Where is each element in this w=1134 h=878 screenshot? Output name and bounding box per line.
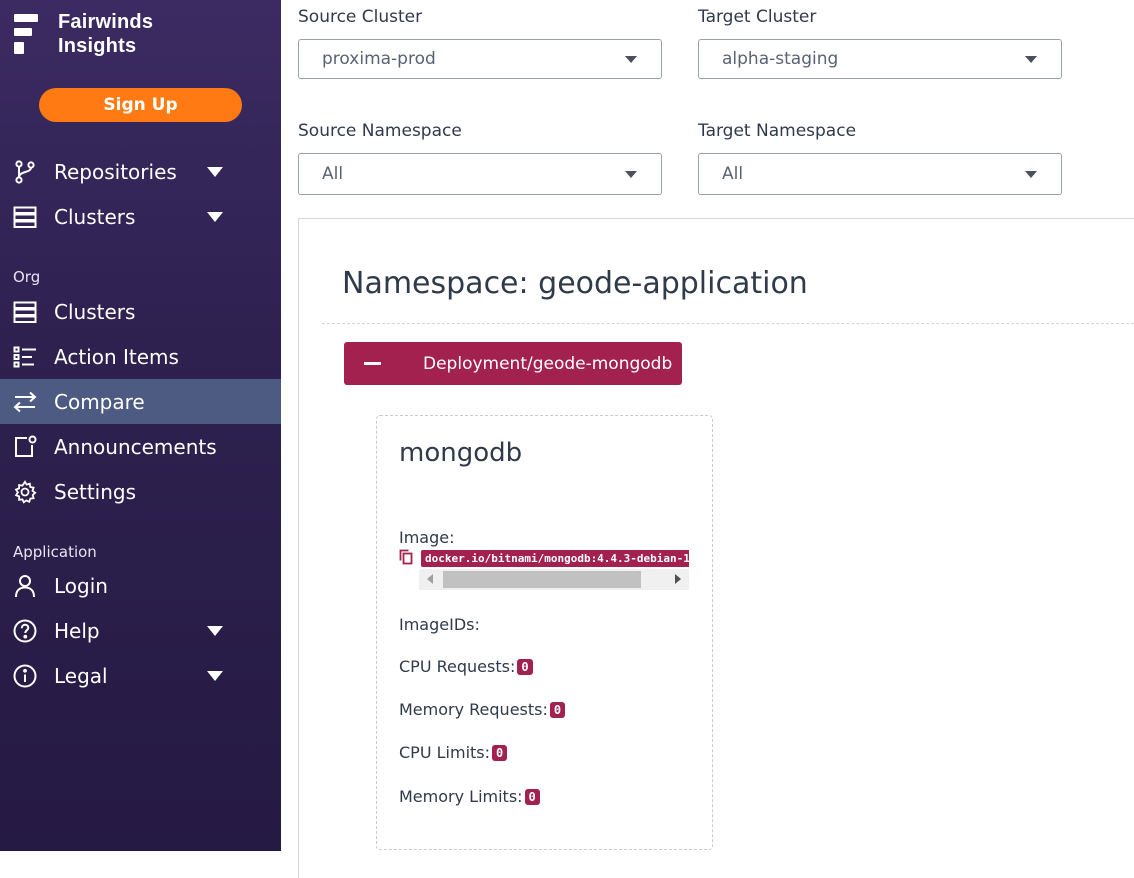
sidebar-item-label: Compare bbox=[54, 389, 145, 414]
sidebar-item-org-clusters[interactable]: Clusters bbox=[0, 289, 281, 334]
container-name: mongodb bbox=[399, 438, 523, 468]
sign-up-button[interactable]: Sign Up bbox=[39, 88, 242, 122]
sidebar-item-legal[interactable]: Legal bbox=[0, 653, 281, 698]
target-cluster-value: alpha-staging bbox=[722, 49, 839, 69]
server-stack-icon bbox=[12, 299, 38, 325]
brand-name: Fairwinds Insights bbox=[58, 10, 153, 58]
sidebar-item-announcements[interactable]: Announcements bbox=[0, 424, 281, 469]
cpu-limits-row: CPU Limits: 0 bbox=[399, 743, 508, 762]
cpu-limits-value: 0 bbox=[492, 744, 508, 761]
chevron-down-icon bbox=[625, 55, 637, 63]
cpu-requests-row: CPU Requests: 0 bbox=[399, 657, 533, 676]
memory-requests-label: Memory Requests: bbox=[399, 700, 548, 719]
divider bbox=[322, 323, 1134, 324]
section-label-application: Application bbox=[13, 543, 97, 561]
image-label: Image: bbox=[399, 528, 455, 547]
cpu-limits-label: CPU Limits: bbox=[399, 743, 491, 762]
gear-icon bbox=[12, 479, 38, 505]
target-namespace-select[interactable]: All bbox=[698, 153, 1062, 195]
source-cluster-label: Source Cluster bbox=[298, 7, 423, 27]
memory-requests-row: Memory Requests: 0 bbox=[399, 700, 566, 719]
sidebar-item-label: Clusters bbox=[54, 204, 136, 229]
sidebar-item-label: Login bbox=[54, 573, 108, 598]
minus-icon bbox=[364, 362, 381, 365]
sidebar: Fairwinds Insights Sign Up Repositories … bbox=[0, 0, 281, 851]
sidebar-item-settings[interactable]: Settings bbox=[0, 469, 281, 514]
user-icon bbox=[12, 573, 38, 599]
list-icon bbox=[12, 344, 38, 370]
info-circle-icon bbox=[12, 663, 38, 689]
cpu-requests-label: CPU Requests: bbox=[399, 657, 516, 676]
memory-limits-label: Memory Limits: bbox=[399, 787, 523, 806]
memory-limits-value: 0 bbox=[524, 788, 540, 805]
brand-line-2: Insights bbox=[58, 35, 137, 57]
image-ids-label: ImageIDs: bbox=[399, 615, 480, 634]
scrollbar-thumb[interactable] bbox=[443, 571, 641, 588]
cpu-requests-value: 0 bbox=[517, 658, 533, 675]
copy-icon[interactable] bbox=[399, 549, 415, 565]
chevron-down-icon bbox=[625, 170, 637, 178]
namespace-title: Namespace: geode-application bbox=[342, 266, 808, 301]
help-circle-icon bbox=[12, 618, 38, 644]
sidebar-item-action-items[interactable]: Action Items bbox=[0, 334, 281, 379]
chevron-down-icon bbox=[1025, 55, 1037, 63]
scroll-right-icon[interactable] bbox=[675, 574, 681, 584]
section-label-org: Org bbox=[13, 268, 41, 286]
sidebar-item-label: Announcements bbox=[54, 434, 217, 459]
memory-limits-row: Memory Limits: 0 bbox=[399, 787, 540, 806]
deployment-label: Deployment/geode-mongodb bbox=[423, 353, 673, 374]
sidebar-item-label: Repositories bbox=[54, 159, 177, 184]
source-cluster-value: proxima-prod bbox=[322, 49, 436, 69]
sidebar-item-label: Clusters bbox=[54, 299, 136, 324]
sidebar-item-label: Action Items bbox=[54, 344, 179, 369]
brand-line-1: Fairwinds bbox=[58, 11, 154, 33]
memory-requests-value: 0 bbox=[549, 701, 566, 718]
source-namespace-label: Source Namespace bbox=[298, 121, 462, 141]
sidebar-item-label: Legal bbox=[54, 663, 108, 688]
git-branch-icon bbox=[12, 159, 38, 185]
sidebar-item-help[interactable]: Help bbox=[0, 608, 281, 653]
target-namespace-value: All bbox=[722, 164, 744, 184]
deployment-toggle-button[interactable]: Deployment/geode-mongodb bbox=[344, 342, 682, 385]
sidebar-item-repositories[interactable]: Repositories bbox=[0, 149, 281, 194]
fairwinds-logo[interactable]: Fairwinds Insights bbox=[14, 10, 153, 58]
sidebar-item-login[interactable]: Login bbox=[0, 563, 281, 608]
chevron-down-icon[interactable] bbox=[207, 670, 223, 681]
target-namespace-label: Target Namespace bbox=[698, 121, 857, 141]
chevron-down-icon[interactable] bbox=[207, 166, 223, 177]
image-value: docker.io/bitnami/mongodb:4.4.3-debian-1… bbox=[421, 550, 689, 567]
chevron-down-icon[interactable] bbox=[207, 211, 223, 222]
sidebar-item-label: Settings bbox=[54, 479, 137, 504]
target-cluster-label: Target Cluster bbox=[698, 7, 817, 27]
announcement-icon bbox=[12, 434, 38, 460]
server-stack-icon bbox=[12, 204, 38, 230]
arrows-swap-icon bbox=[12, 389, 38, 415]
target-cluster-select[interactable]: alpha-staging bbox=[698, 39, 1062, 79]
source-namespace-select[interactable]: All bbox=[298, 153, 662, 195]
scroll-left-icon[interactable] bbox=[427, 574, 433, 584]
image-scroll-container[interactable]: docker.io/bitnami/mongodb:4.4.3-debian-1… bbox=[419, 549, 689, 590]
source-namespace-value: All bbox=[322, 164, 344, 184]
chevron-down-icon bbox=[1025, 170, 1037, 178]
sidebar-item-clusters[interactable]: Clusters bbox=[0, 194, 281, 239]
sidebar-item-label: Help bbox=[54, 618, 100, 643]
chevron-down-icon[interactable] bbox=[207, 625, 223, 636]
source-cluster-select[interactable]: proxima-prod bbox=[298, 39, 662, 79]
sidebar-item-compare[interactable]: Compare bbox=[0, 379, 281, 424]
fairwinds-logo-icon bbox=[14, 14, 38, 54]
horizontal-scrollbar[interactable] bbox=[419, 569, 689, 590]
